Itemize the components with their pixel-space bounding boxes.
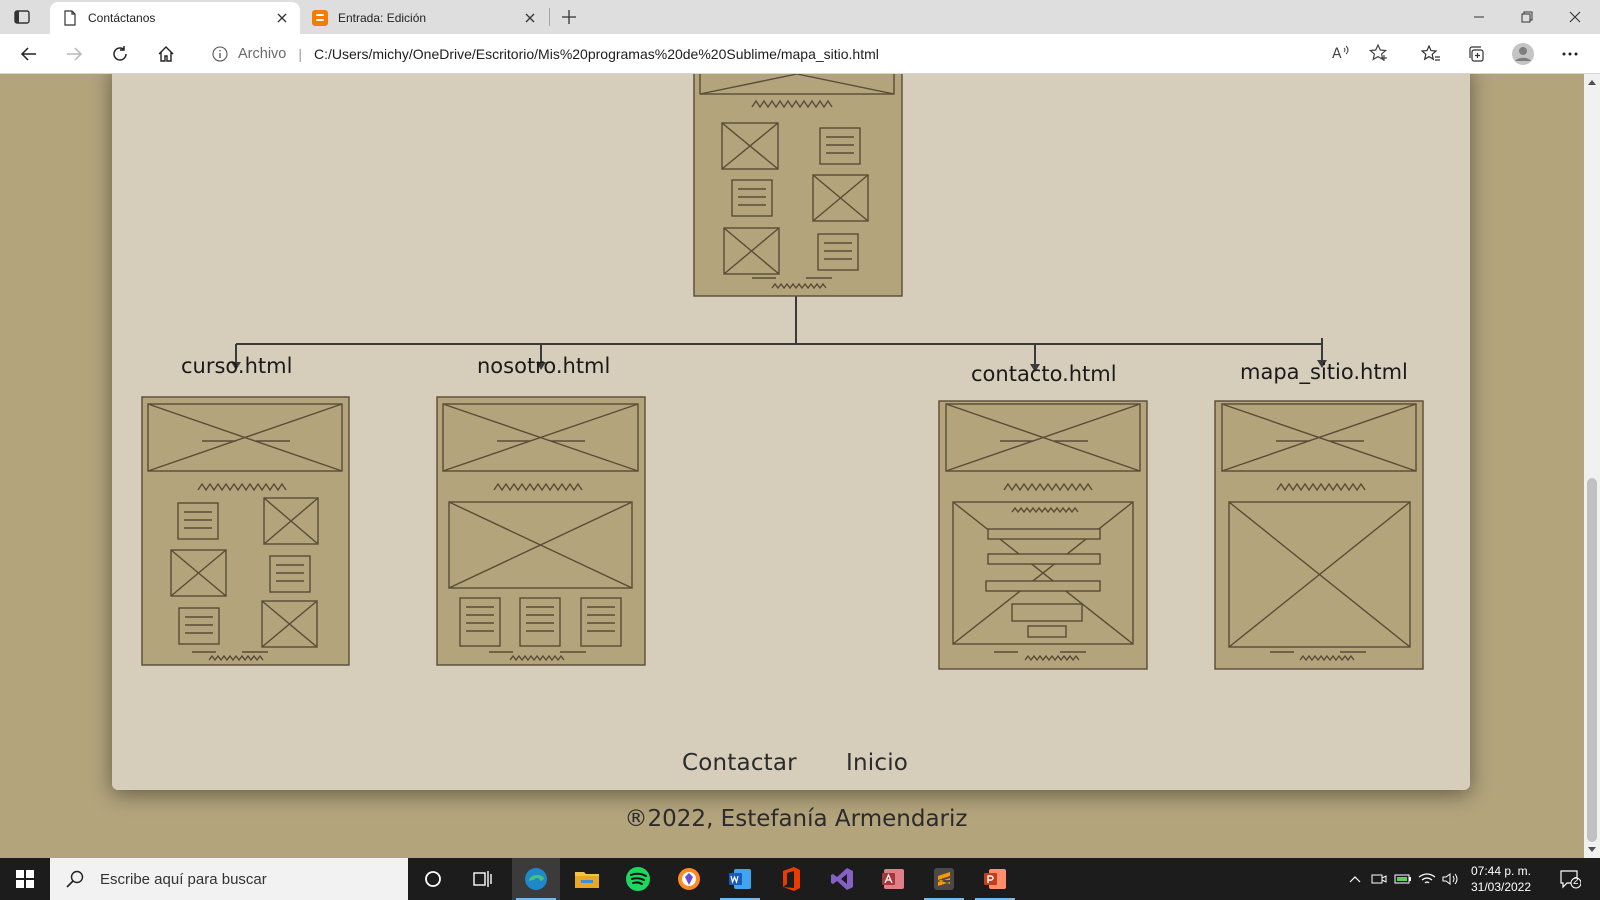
minimize-icon	[1474, 16, 1484, 18]
svg-text:A: A	[1332, 46, 1342, 61]
word-app-icon[interactable]	[716, 858, 764, 900]
home-icon	[158, 46, 174, 62]
close-tab-icon[interactable]	[270, 6, 294, 30]
minimize-button[interactable]	[1456, 0, 1502, 34]
taskbar-search[interactable]: Escribe aquí para buscar	[50, 858, 408, 900]
windows-taskbar: Escribe aquí para buscar 07:44 p. m. 31/…	[0, 858, 1600, 900]
office-icon[interactable]	[767, 858, 815, 900]
node-label-curso: curso.html	[181, 354, 293, 378]
meet-now-icon[interactable]	[1367, 858, 1391, 900]
search-icon	[64, 868, 86, 890]
browser-toolbar: Archivo | C:/Users/michy/OneDrive/Escrit…	[0, 34, 1600, 74]
tab-title: Contáctanos	[88, 11, 156, 25]
plus-icon	[562, 10, 576, 24]
url-text[interactable]: C:/Users/michy/OneDrive/Escritorio/Mis%2…	[314, 46, 879, 62]
page-viewport: curso.html nosotro.html contacto.html ma…	[0, 74, 1584, 858]
home-button[interactable]	[150, 38, 182, 70]
wireframe-index	[693, 74, 903, 297]
more-dots-icon	[1562, 52, 1578, 56]
collections-button[interactable]	[1460, 38, 1492, 70]
access-app-icon[interactable]	[869, 858, 917, 900]
chevron-up-icon[interactable]	[1343, 858, 1367, 900]
tab-entrada-edicion[interactable]: Entrada: Edición	[300, 2, 548, 34]
powerpoint-app-icon[interactable]	[971, 858, 1019, 900]
profile-button[interactable]	[1507, 38, 1539, 70]
cortana-icon[interactable]	[409, 858, 457, 900]
start-button[interactable]	[0, 858, 50, 900]
wifi-icon[interactable]	[1415, 858, 1439, 900]
info-icon[interactable]	[210, 44, 230, 64]
visual-studio-icon[interactable]	[818, 858, 866, 900]
close-tab-icon[interactable]	[518, 6, 542, 30]
sitemap-diagram	[141, 74, 1424, 670]
tab-title: Entrada: Edición	[338, 11, 427, 25]
arrow-right-icon	[67, 47, 83, 61]
wireframe-curso	[141, 396, 350, 666]
wireframe-contacto	[938, 400, 1148, 670]
arrow-left-icon	[20, 47, 36, 61]
node-label-contacto: contacto.html	[971, 362, 1117, 386]
footer-nav: Contactar Inicio	[0, 750, 1584, 790]
footer-link-contactar[interactable]: Contactar	[682, 750, 797, 776]
refresh-icon	[113, 46, 127, 61]
close-icon	[1569, 11, 1581, 23]
restore-button[interactable]	[1504, 0, 1550, 34]
settings-more-button[interactable]	[1554, 38, 1586, 70]
scroll-down-icon[interactable]	[1584, 842, 1600, 858]
new-tab-button[interactable]	[556, 5, 582, 29]
brave-browser-icon[interactable]	[665, 858, 713, 900]
collections-icon	[1469, 46, 1484, 62]
tab-actions-icon[interactable]	[12, 7, 32, 27]
refresh-button[interactable]	[104, 38, 136, 70]
scheme-label: Archivo	[238, 46, 287, 62]
add-favorite-icon[interactable]	[1364, 38, 1394, 68]
scroll-up-icon[interactable]	[1584, 74, 1600, 90]
windows-logo-icon	[16, 870, 34, 888]
address-divider: |	[298, 46, 302, 62]
volume-icon[interactable]	[1439, 858, 1463, 900]
spotify-icon[interactable]	[614, 858, 662, 900]
taskbar-clock[interactable]: 07:44 p. m. 31/03/2022	[1462, 863, 1540, 895]
favorites-icon	[1421, 45, 1440, 61]
back-button[interactable]	[13, 38, 45, 70]
forward-button[interactable]	[58, 38, 90, 70]
sublime-text-icon[interactable]	[920, 858, 968, 900]
task-view-icon[interactable]	[459, 858, 507, 900]
notification-count: 2	[1573, 876, 1579, 887]
wireframe-mapa-sitio	[1214, 400, 1424, 670]
clock-date: 31/03/2022	[1470, 880, 1532, 894]
read-aloud-icon[interactable]: A	[1326, 38, 1356, 68]
node-label-mapa-sitio: mapa_sitio.html	[1240, 360, 1408, 384]
clock-time: 07:44 p. m.	[1470, 864, 1532, 878]
file-explorer-icon[interactable]	[563, 858, 611, 900]
notification-center-button[interactable]: 2	[1548, 858, 1592, 900]
blogger-icon	[312, 10, 328, 26]
avatar-icon	[1512, 43, 1534, 65]
close-window-button[interactable]	[1552, 0, 1598, 34]
node-label-nosotro: nosotro.html	[477, 354, 611, 378]
wireframe-nosotro	[436, 396, 646, 666]
footer-link-inicio[interactable]: Inicio	[846, 750, 908, 776]
scrollbar-thumb[interactable]	[1587, 478, 1597, 842]
document-icon	[62, 10, 78, 26]
favorites-button[interactable]	[1415, 38, 1447, 70]
page-scrollbar[interactable]	[1584, 74, 1600, 858]
tab-separator	[549, 8, 550, 26]
battery-icon[interactable]	[1391, 858, 1415, 900]
restore-icon	[1521, 11, 1533, 23]
address-bar[interactable]: Archivo | C:/Users/michy/OneDrive/Escrit…	[196, 38, 1380, 70]
edge-app-icon[interactable]	[512, 858, 560, 900]
search-placeholder: Escribe aquí para buscar	[100, 870, 267, 888]
footer-copyright: ®2022, Estefanía Armendariz	[624, 806, 968, 832]
tab-contactanos[interactable]: Contáctanos	[50, 2, 300, 34]
browser-tab-strip: Contáctanos Entrada: Edición	[0, 0, 1600, 34]
